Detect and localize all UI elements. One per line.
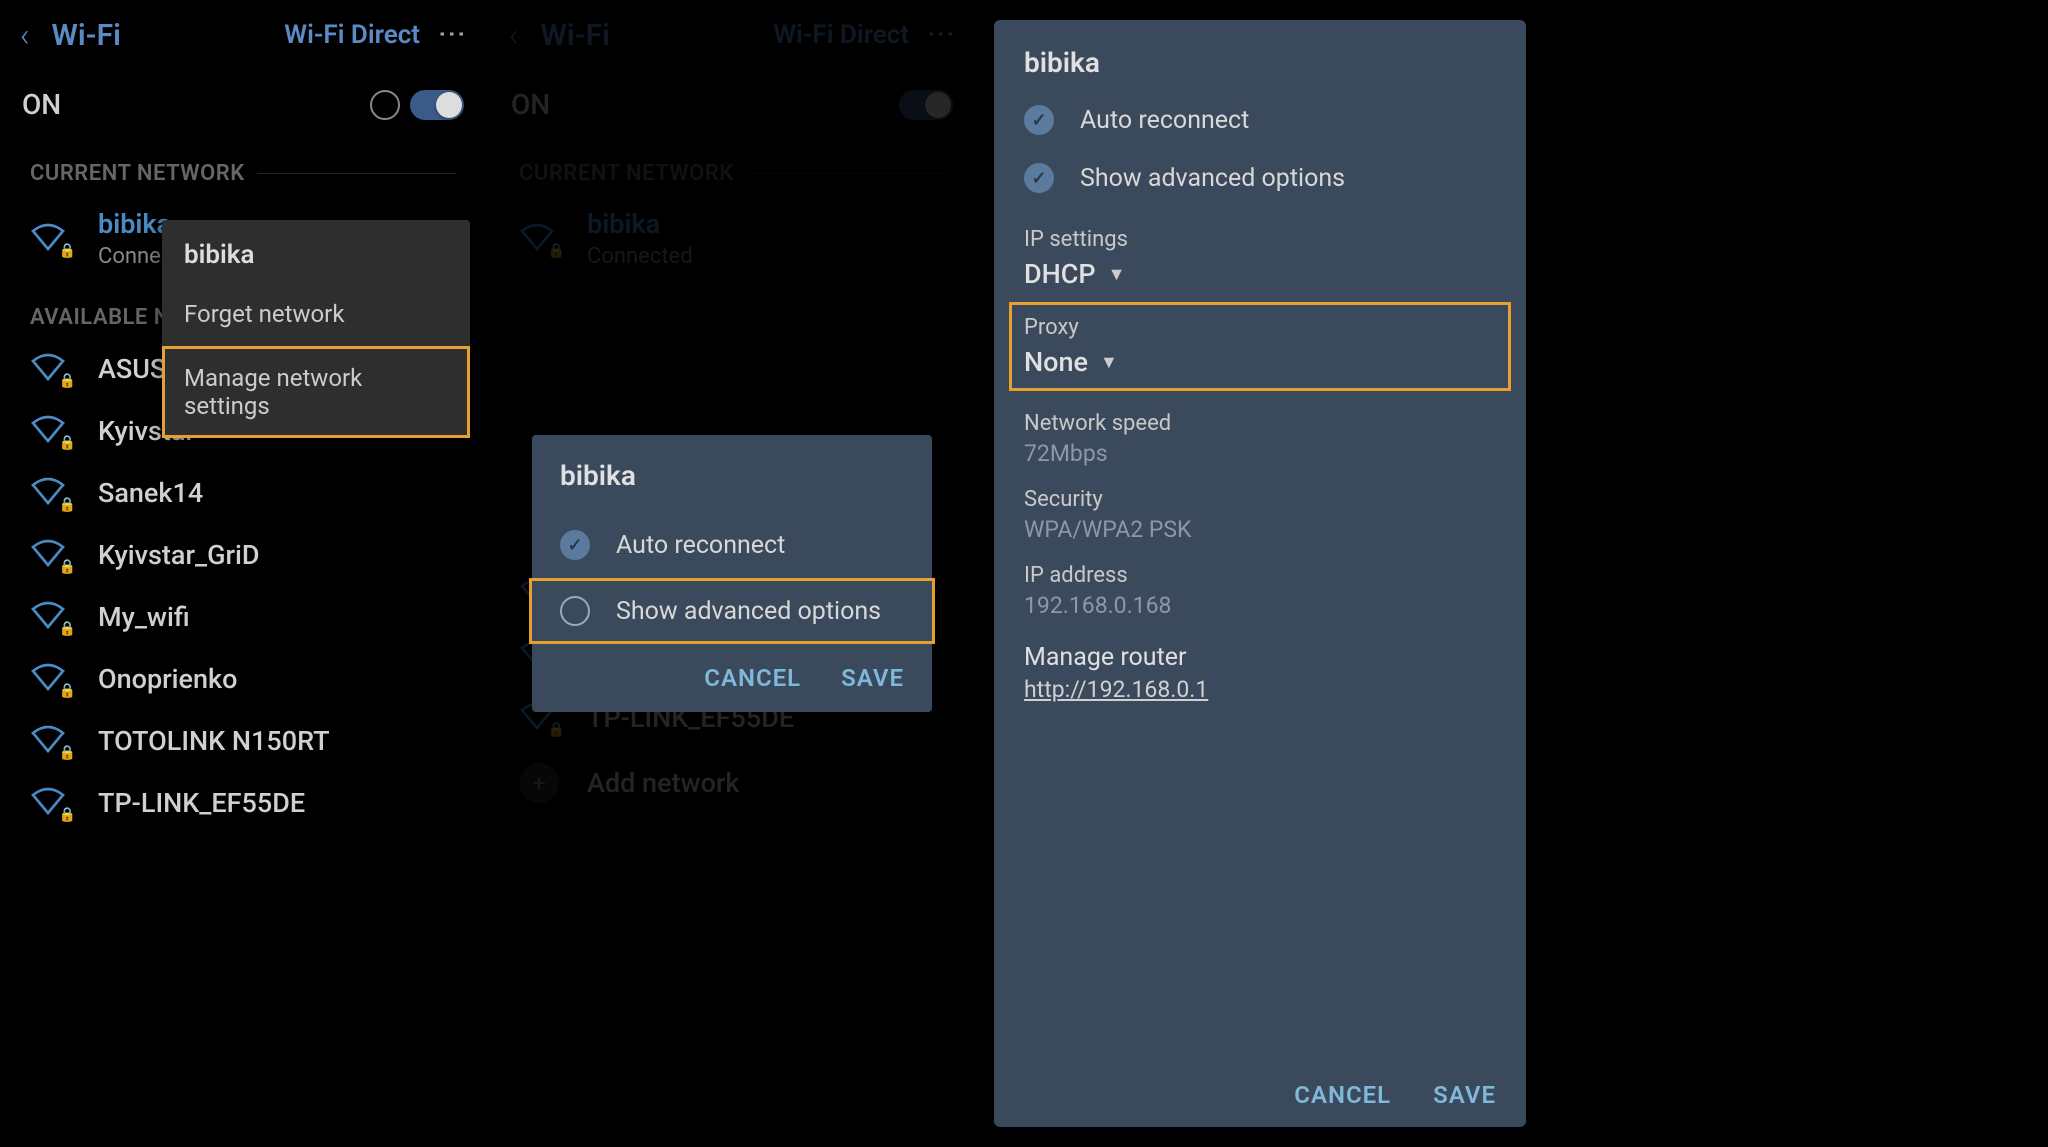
network-details-card: bibika ✓ Auto reconnect ✓ Show advanced … xyxy=(994,20,1526,1127)
checkbox-checked-icon: ✓ xyxy=(560,530,590,560)
dialog-title: bibika xyxy=(1024,46,1496,91)
back-icon[interactable]: ‹ xyxy=(20,16,30,54)
lock-icon: 🔒 xyxy=(59,243,76,259)
available-network-item[interactable]: 🔒 TOTOLINK N150RT xyxy=(0,710,486,772)
checkbox-checked-icon: ✓ xyxy=(1024,163,1054,193)
page-title: Wi-Fi xyxy=(52,18,285,53)
wifi-signal-icon: 🔒 xyxy=(30,600,70,634)
auto-reconnect-label: Auto reconnect xyxy=(616,531,785,560)
network-name: Kyivstar_GriD xyxy=(98,539,260,571)
forget-network-item[interactable]: Forget network xyxy=(162,282,470,346)
radio-empty-icon xyxy=(370,90,400,120)
wifi-toggle[interactable] xyxy=(410,90,464,120)
router-url-link[interactable]: http://192.168.0.1 xyxy=(1024,676,1496,703)
save-button[interactable]: SAVE xyxy=(841,664,904,692)
network-name: My_wifi xyxy=(98,601,190,633)
dialog-title: bibika xyxy=(532,459,932,512)
network-name: TOTOLINK N150RT xyxy=(98,725,330,757)
auto-reconnect-row[interactable]: ✓ Auto reconnect xyxy=(1024,91,1496,149)
proxy-dropdown[interactable]: None▼ xyxy=(1024,346,1496,378)
chevron-down-icon: ▼ xyxy=(1100,352,1118,373)
chevron-down-icon: ▼ xyxy=(1108,264,1126,285)
security-label: Security xyxy=(1024,487,1496,512)
available-network-item[interactable]: 🔒 Onoprienko xyxy=(0,648,486,710)
wifi-signal-icon: 🔒 xyxy=(30,222,70,256)
cancel-button[interactable]: CANCEL xyxy=(704,664,801,692)
available-network-item[interactable]: 🔒 Sanek14 xyxy=(0,462,486,524)
lock-icon: 🔒 xyxy=(59,683,76,699)
context-menu: bibika Forget network Manage network set… xyxy=(162,220,470,438)
network-settings-dialog: bibika ✓ Auto reconnect Show advanced op… xyxy=(532,435,932,712)
show-advanced-row[interactable]: Show advanced options xyxy=(529,578,935,644)
lock-icon: 🔒 xyxy=(59,497,76,513)
on-label: ON xyxy=(22,88,61,121)
more-icon[interactable]: ⋮ xyxy=(438,20,466,50)
wifi-on-row: ON xyxy=(0,70,486,139)
screen-3: bibika ✓ Auto reconnect ✓ Show advanced … xyxy=(978,0,1542,1147)
wifi-signal-icon: 🔒 xyxy=(30,414,70,448)
ip-settings-dropdown[interactable]: DHCP▼ xyxy=(1024,258,1496,290)
speed-value: 72Mbps xyxy=(1024,440,1496,467)
auto-reconnect-label: Auto reconnect xyxy=(1080,106,1249,135)
show-advanced-label: Show advanced options xyxy=(1080,164,1345,193)
auto-reconnect-row[interactable]: ✓ Auto reconnect xyxy=(532,512,932,578)
lock-icon: 🔒 xyxy=(59,621,76,637)
wifi-signal-icon: 🔒 xyxy=(30,662,70,696)
lock-icon: 🔒 xyxy=(59,435,76,451)
network-name: ASUS xyxy=(98,353,166,385)
ip-settings-label: IP settings xyxy=(1024,227,1496,252)
lock-icon: 🔒 xyxy=(59,373,76,389)
screen-1: ‹ Wi-Fi Wi-Fi Direct ⋮ ON CURRENT NETWOR… xyxy=(0,0,486,1147)
cancel-button[interactable]: CANCEL xyxy=(1294,1081,1391,1109)
wifi-signal-icon: 🔒 xyxy=(30,786,70,820)
proxy-label: Proxy xyxy=(1024,315,1496,340)
network-name: TP-LINK_EF55DE xyxy=(98,787,305,819)
lock-icon: 🔒 xyxy=(59,745,76,761)
wifi-direct-link[interactable]: Wi-Fi Direct xyxy=(284,20,420,50)
topbar: ‹ Wi-Fi Wi-Fi Direct ⋮ xyxy=(0,0,486,70)
router-label: Manage router xyxy=(1024,643,1496,672)
wifi-signal-icon: 🔒 xyxy=(30,724,70,758)
available-network-item[interactable]: 🔒 Kyivstar_GriD xyxy=(0,524,486,586)
checkbox-unchecked-icon xyxy=(560,596,590,626)
save-button[interactable]: SAVE xyxy=(1433,1081,1496,1109)
available-network-item[interactable]: 🔒 My_wifi xyxy=(0,586,486,648)
available-network-item[interactable]: 🔒 TP-LINK_EF55DE xyxy=(0,772,486,834)
lock-icon: 🔒 xyxy=(59,807,76,823)
dialog-overlay: bibika ✓ Auto reconnect Show advanced op… xyxy=(489,0,975,1147)
wifi-signal-icon: 🔒 xyxy=(30,352,70,386)
wifi-signal-icon: 🔒 xyxy=(30,476,70,510)
network-name: Onoprienko xyxy=(98,663,237,695)
checkbox-checked-icon: ✓ xyxy=(1024,105,1054,135)
ip-label: IP address xyxy=(1024,563,1496,588)
current-network-header: CURRENT NETWORK xyxy=(0,139,486,194)
screen-2: ‹ Wi-Fi Wi-Fi Direct ⋮ ON CURRENT NETWOR… xyxy=(489,0,975,1147)
wifi-signal-icon: 🔒 xyxy=(30,538,70,572)
lock-icon: 🔒 xyxy=(59,559,76,575)
show-advanced-row[interactable]: ✓ Show advanced options xyxy=(1024,149,1496,207)
manage-network-settings-item[interactable]: Manage network settings xyxy=(162,346,470,438)
security-value: WPA/WPA2 PSK xyxy=(1024,516,1496,543)
show-advanced-label: Show advanced options xyxy=(616,597,881,626)
network-name: Sanek14 xyxy=(98,477,203,509)
proxy-section[interactable]: Proxy None▼ xyxy=(1009,302,1511,391)
speed-label: Network speed xyxy=(1024,411,1496,436)
ip-value: 192.168.0.168 xyxy=(1024,592,1496,619)
ctx-menu-title: bibika xyxy=(162,220,470,282)
